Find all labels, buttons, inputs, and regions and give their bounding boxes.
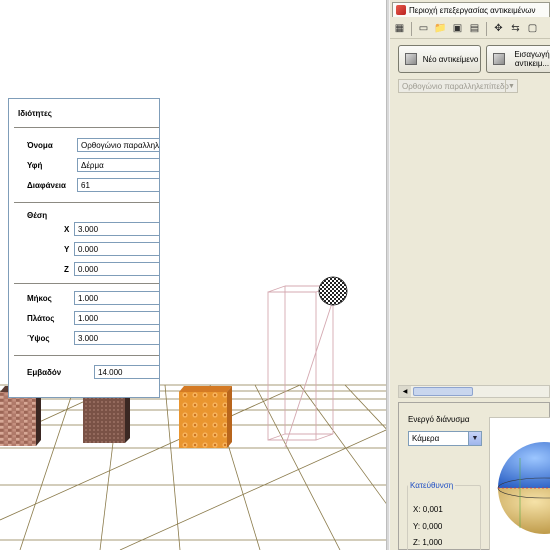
properties-panel: Ιδιότητες Όνομα Ορθογώνιο παραλληλ... Υφ… — [8, 98, 160, 398]
grid-icon[interactable]: ▦ — [392, 21, 407, 36]
transparency-label: Διαφάνεια — [27, 181, 66, 190]
divider — [14, 127, 159, 128]
cube-icon — [493, 53, 505, 65]
shape-select-value: Ορθογώνιο παραλληλεπίπεδο — [402, 81, 509, 91]
length-label: Μήκος — [27, 294, 52, 303]
divider — [14, 202, 159, 203]
view-icon[interactable]: ▢ — [525, 21, 540, 36]
texture-field[interactable]: Δέρμα — [77, 158, 159, 172]
direction-title: Κατεύθυνση — [408, 481, 456, 490]
position-label: Θέση — [27, 211, 48, 220]
y-label: Y — [64, 245, 70, 254]
direction-x: X: 0,001 — [413, 505, 443, 514]
chevron-down-icon: ▼ — [505, 80, 517, 92]
rotate-icon[interactable]: ⇆ — [508, 21, 523, 36]
direction-sphere[interactable] — [490, 418, 550, 550]
z-field[interactable]: 0.000 — [74, 262, 159, 276]
object-editor-icon — [396, 5, 406, 15]
tab-object-editor[interactable]: Περιοχή επεξεργασίας αντικειμένων — [392, 2, 550, 17]
scrollbar-thumb[interactable] — [413, 387, 473, 396]
texture-label: Υφή — [27, 161, 43, 170]
light-sphere[interactable] — [318, 276, 348, 306]
name-field[interactable]: Ορθογώνιο παραλληλ... — [77, 138, 159, 152]
new-file-icon[interactable]: ▭ — [416, 21, 431, 36]
new-object-label: Νέο αντικείμενο — [422, 54, 479, 64]
toolbar-separator — [486, 21, 487, 36]
width-label: Πλάτος — [27, 314, 55, 323]
import-object-label: Εισαγωγή αντικειμ... — [514, 50, 550, 68]
vector-select-value: Κάμερα — [412, 434, 440, 443]
height-field[interactable]: 3.000 — [74, 331, 159, 345]
direction-z: Z: 1,000 — [413, 538, 443, 547]
direction-sphere-view[interactable] — [489, 417, 550, 550]
active-vector-title: Ενεργό διάνυσμα — [408, 415, 470, 424]
y-field[interactable]: 0.000 — [74, 242, 159, 256]
toolbar: ▦ ▭ 📁 ▣ ▤ ✥ ⇆ ▢ — [390, 19, 550, 39]
cube-icon — [405, 53, 417, 65]
tab-label: Περιοχή επεξεργασίας αντικειμένων — [409, 5, 536, 15]
divider — [14, 355, 159, 356]
length-field[interactable]: 1.000 — [74, 291, 159, 305]
save-as-icon[interactable]: ▤ — [467, 21, 482, 36]
divider — [14, 283, 159, 284]
move-icon[interactable]: ✥ — [491, 21, 506, 36]
width-field[interactable]: 1.000 — [74, 311, 159, 325]
properties-scrollbar[interactable]: ◀ — [398, 385, 550, 398]
new-object-button[interactable]: Νέο αντικείμενο — [398, 45, 481, 73]
direction-y: Y: 0,000 — [413, 522, 443, 531]
area-field: 14.000 — [94, 365, 159, 379]
x-label: X — [64, 225, 70, 234]
selected-wireframe-box[interactable] — [267, 285, 334, 448]
x-field[interactable]: 3.000 — [74, 222, 159, 236]
chevron-down-icon[interactable]: ▼ — [468, 432, 481, 445]
vector-select[interactable]: Κάμερα ▼ — [408, 431, 482, 446]
toolbar-separator — [411, 21, 412, 36]
name-label: Όνομα — [27, 141, 53, 150]
height-label: Ύψος — [27, 334, 50, 343]
import-object-button[interactable]: Εισαγωγή αντικειμ... — [486, 45, 550, 73]
scroll-left-icon[interactable]: ◀ — [399, 386, 411, 397]
area-label: Εμβαδόν — [27, 368, 62, 377]
z-label: Z — [64, 265, 69, 274]
properties-title: Ιδιότητες — [18, 109, 52, 118]
open-folder-icon[interactable]: 📁 — [433, 21, 448, 36]
transparency-field[interactable]: 61 — [77, 178, 159, 192]
orange-cube[interactable] — [179, 386, 232, 448]
save-icon[interactable]: ▣ — [450, 21, 465, 36]
active-vector-panel: Ενεργό διάνυσμα Κάμερα ▼ Κατεύθυνση X: 0… — [398, 402, 550, 550]
shape-select: Ορθογώνιο παραλληλεπίπεδο ▼ — [398, 79, 518, 93]
